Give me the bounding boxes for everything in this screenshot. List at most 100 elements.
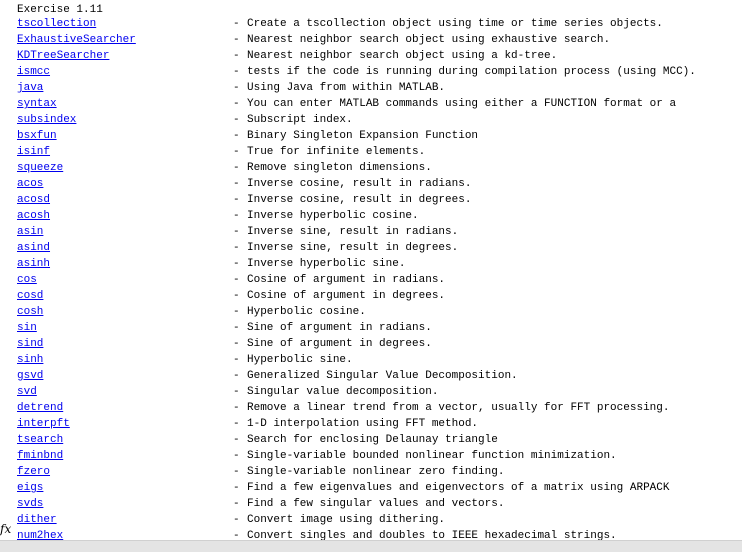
function-description: Inverse hyperbolic sine. bbox=[247, 258, 406, 270]
function-description: Convert image using dithering. bbox=[247, 514, 446, 526]
function-link[interactable]: fzero bbox=[17, 464, 50, 480]
separator-dash: - bbox=[233, 210, 240, 222]
list-item: squeeze - Remove singleton dimensions. bbox=[0, 160, 742, 176]
function-link[interactable]: svds bbox=[17, 496, 43, 512]
function-link[interactable]: cosh bbox=[17, 304, 43, 320]
list-item: sin - Sine of argument in radians. bbox=[0, 320, 742, 336]
list-item: tscollection - Create a tscollection objec… bbox=[0, 16, 742, 32]
separator-dash: - bbox=[233, 258, 240, 270]
separator-dash: - bbox=[233, 34, 240, 46]
function-link[interactable]: tsearch bbox=[17, 432, 63, 448]
function-link[interactable]: gsvd bbox=[17, 368, 43, 384]
function-description: True for infinite elements. bbox=[247, 146, 426, 158]
function-link[interactable]: sin bbox=[17, 320, 37, 336]
function-description: Remove singleton dimensions. bbox=[247, 162, 432, 174]
horizontal-scrollbar[interactable] bbox=[0, 540, 742, 552]
function-description: Binary Singleton Expansion Function bbox=[247, 130, 479, 142]
list-item: gsvd - Generalized Singular Value Decompos… bbox=[0, 368, 742, 384]
list-item: acosh - Inverse hyperbolic cosine. bbox=[0, 208, 742, 224]
list-item: java - Using Java from within MATLAB. bbox=[0, 80, 742, 96]
function-description: Inverse cosine, result in radians. bbox=[247, 178, 472, 190]
function-description: Find a few eigenvalues and eigenvectors … bbox=[247, 482, 670, 494]
function-description: Inverse hyperbolic cosine. bbox=[247, 210, 419, 222]
function-link[interactable]: dither bbox=[17, 512, 57, 528]
function-link[interactable]: num2hex bbox=[17, 528, 63, 540]
function-description: Singular value decomposition. bbox=[247, 386, 439, 398]
function-description: Single-variable bounded nonlinear functi… bbox=[247, 450, 617, 462]
function-link[interactable]: eigs bbox=[17, 480, 43, 496]
separator-dash: - bbox=[233, 514, 240, 526]
separator-dash: - bbox=[233, 354, 240, 366]
function-description: Create a tscollection object using time … bbox=[247, 18, 663, 30]
separator-dash: - bbox=[233, 482, 240, 494]
function-link[interactable]: cos bbox=[17, 272, 37, 288]
function-link[interactable]: ExhaustiveSearcher bbox=[17, 32, 136, 48]
separator-dash: - bbox=[233, 338, 240, 350]
list-item: ismcc - tests if the code is running durin… bbox=[0, 64, 742, 80]
function-description: You can enter MATLAB commands using eith… bbox=[247, 98, 677, 110]
separator-dash: - bbox=[233, 114, 240, 126]
function-description: Subscript index. bbox=[247, 114, 353, 126]
function-description: Using Java from within MATLAB. bbox=[247, 82, 446, 94]
separator-dash: - bbox=[233, 18, 240, 30]
separator-dash: - bbox=[233, 82, 240, 94]
list-item: isinf - True for infinite elements. bbox=[0, 144, 742, 160]
function-link[interactable]: svd bbox=[17, 384, 37, 400]
function-link[interactable]: asin bbox=[17, 224, 43, 240]
function-link[interactable]: acos bbox=[17, 176, 43, 192]
function-link[interactable]: acosh bbox=[17, 208, 50, 224]
fx-icon[interactable]: fx bbox=[0, 521, 12, 537]
function-link[interactable]: java bbox=[17, 80, 43, 96]
function-description: Hyperbolic sine. bbox=[247, 354, 353, 366]
function-link[interactable]: asinh bbox=[17, 256, 50, 272]
separator-dash: - bbox=[233, 226, 240, 238]
function-link[interactable]: tscollection bbox=[17, 16, 96, 32]
separator-dash: - bbox=[233, 402, 240, 414]
list-item: cosd - Cosine of argument in degrees. bbox=[0, 288, 742, 304]
command-window[interactable]: Exercise 1.11 tscollection - Create a tsco… bbox=[0, 0, 742, 540]
function-link[interactable]: sinh bbox=[17, 352, 43, 368]
function-link[interactable]: cosd bbox=[17, 288, 43, 304]
list-item: fminbnd - Single-variable bounded nonlinea… bbox=[0, 448, 742, 464]
function-link[interactable]: acosd bbox=[17, 192, 50, 208]
function-link[interactable]: detrend bbox=[17, 400, 63, 416]
function-description: Search for enclosing Delaunay triangle bbox=[247, 434, 498, 446]
separator-dash: - bbox=[233, 162, 240, 174]
function-description: 1-D interpolation using FFT method. bbox=[247, 418, 479, 430]
list-item: subsindex - Subscript index. bbox=[0, 112, 742, 128]
function-link[interactable]: syntax bbox=[17, 96, 57, 112]
list-item: dither - Convert image using dithering. bbox=[0, 512, 742, 528]
list-item: detrend - Remove a linear trend from a vec… bbox=[0, 400, 742, 416]
function-link[interactable]: interpft bbox=[17, 416, 70, 432]
list-item: fzero - Single-variable nonlinear zero fin… bbox=[0, 464, 742, 480]
function-link[interactable]: bsxfun bbox=[17, 128, 57, 144]
separator-dash: - bbox=[233, 322, 240, 334]
function-description: Inverse cosine, result in degrees. bbox=[247, 194, 472, 206]
separator-dash: - bbox=[233, 194, 240, 206]
function-link[interactable]: squeeze bbox=[17, 160, 63, 176]
function-description: Nearest neighbor search object using a k… bbox=[247, 50, 558, 62]
function-description: Cosine of argument in radians. bbox=[247, 274, 446, 286]
function-description: Sine of argument in radians. bbox=[247, 322, 432, 334]
list-item: eigs - Find a few eigenvalues and eigenvec… bbox=[0, 480, 742, 496]
function-link[interactable]: isinf bbox=[17, 144, 50, 160]
function-link[interactable]: subsindex bbox=[17, 112, 76, 128]
list-item: acosd - Inverse cosine, result in degrees. bbox=[0, 192, 742, 208]
function-description: Nearest neighbor search object using exh… bbox=[247, 34, 611, 46]
function-link[interactable]: asind bbox=[17, 240, 50, 256]
separator-dash: - bbox=[233, 178, 240, 190]
function-description: Sine of argument in degrees. bbox=[247, 338, 432, 350]
list-item: KDTreeSearcher - Nearest neighbor search o… bbox=[0, 48, 742, 64]
function-link[interactable]: sind bbox=[17, 336, 43, 352]
function-link[interactable]: KDTreeSearcher bbox=[17, 48, 109, 64]
list-item: interpft -1-D interpolation using FFT met… bbox=[0, 416, 742, 432]
function-link[interactable]: fminbnd bbox=[17, 448, 63, 464]
separator-dash: - bbox=[233, 50, 240, 62]
list-item: cosh - Hyperbolic cosine. bbox=[0, 304, 742, 320]
list-item: asin - Inverse sine, result in radians. bbox=[0, 224, 742, 240]
separator-dash: - bbox=[233, 386, 240, 398]
separator-dash: - bbox=[233, 498, 240, 510]
list-item: acos - Inverse cosine, result in radians. bbox=[0, 176, 742, 192]
function-link[interactable]: ismcc bbox=[17, 64, 50, 80]
list-item: sinh - Hyperbolic sine. bbox=[0, 352, 742, 368]
